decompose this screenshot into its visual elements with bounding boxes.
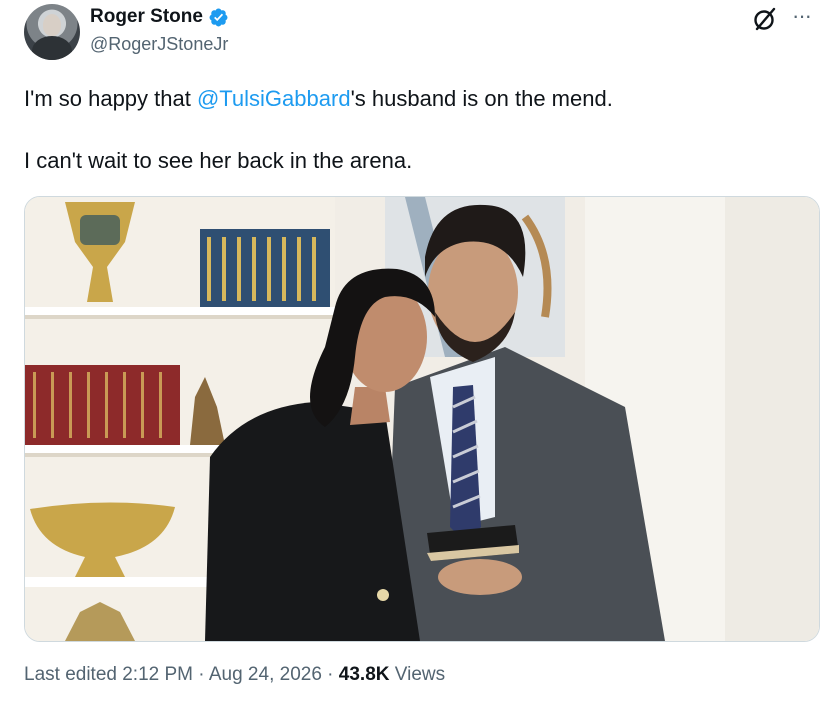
more-options-icon[interactable]: ··· — [792, 5, 812, 27]
tweet-photo[interactable] — [24, 196, 820, 642]
tweet-text-before-mention: I'm so happy that — [24, 86, 197, 111]
views-label: Views — [389, 664, 446, 685]
author-handle[interactable]: @RogerJStoneJr — [90, 34, 228, 55]
meta-separator: · — [193, 664, 209, 685]
grok-icon[interactable] — [752, 6, 778, 32]
author-name-row: Roger Stone — [90, 6, 229, 28]
author-avatar[interactable] — [24, 4, 80, 60]
verified-badge-icon — [209, 8, 228, 26]
photo-illustration — [25, 197, 819, 641]
views-count: 43.8K — [338, 664, 390, 685]
avatar-body — [32, 36, 72, 60]
avatar-head — [43, 14, 61, 36]
tweet-date[interactable]: Aug 24, 2026 — [209, 664, 322, 685]
tweet-line-1: I'm so happy that @TulsiGabbard's husban… — [24, 84, 814, 114]
tweet-meta: Last edited 2:12 PM · Aug 24, 2026 · 43.… — [24, 664, 445, 686]
author-display-name[interactable]: Roger Stone — [90, 6, 203, 28]
tweet-text: I'm so happy that @TulsiGabbard's husban… — [24, 84, 814, 176]
tweet-text-after-mention: 's husband is on the mend. — [350, 86, 613, 111]
edited-timestamp[interactable]: Last edited 2:12 PM — [24, 664, 193, 685]
meta-separator-2: · — [321, 664, 339, 685]
tweet-line-2: I can't wait to see her back in the aren… — [24, 148, 413, 173]
tweet-card: Roger Stone @RogerJStoneJr ··· I'm so ha… — [0, 0, 839, 706]
mention-link[interactable]: @TulsiGabbard — [197, 86, 351, 111]
